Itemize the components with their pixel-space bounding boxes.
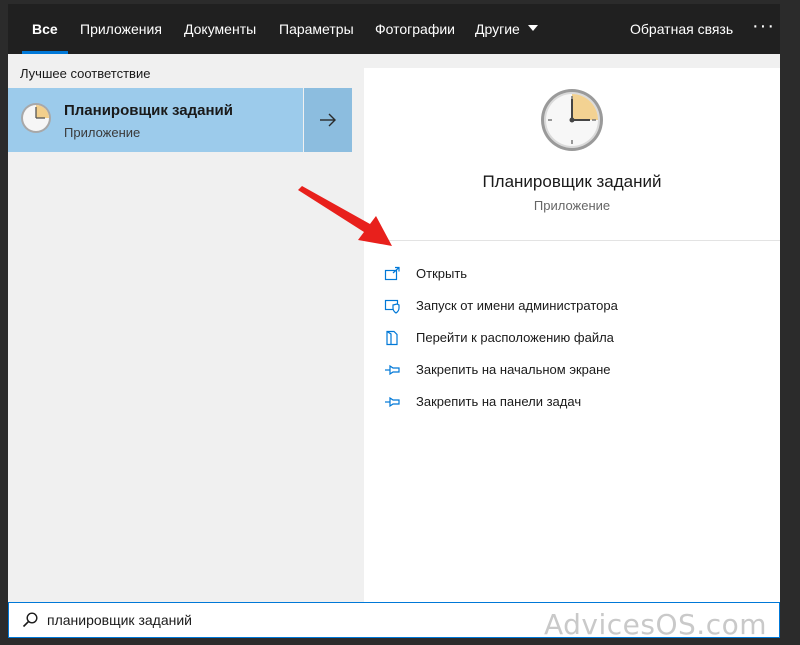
tab-documents[interactable]: Документы [184, 4, 256, 54]
app-title: Планировщик заданий [482, 172, 662, 191]
result-type: Приложение [64, 125, 141, 140]
result-title: Планировщик заданий [64, 102, 233, 119]
chevron-down-icon [527, 25, 538, 32]
tab-all[interactable]: Все [22, 4, 68, 54]
clock-icon [20, 102, 52, 139]
details-panel: Планировщик заданий Приложение Открыть З… [364, 68, 780, 602]
search-input[interactable] [47, 609, 507, 631]
section-label: Лучшее соответствие [20, 66, 151, 81]
tab-settings[interactable]: Параметры [279, 4, 354, 54]
pin-icon [385, 364, 400, 376]
app-type: Приложение [533, 198, 611, 213]
results-list: Лучшее соответствие Планировщик заданий … [8, 54, 352, 602]
tab-photos[interactable]: Фотографии [375, 4, 455, 54]
annotation-arrow-icon [298, 186, 392, 246]
file-location-icon [386, 330, 398, 346]
more-options-icon[interactable]: ··· [752, 4, 775, 54]
search-tab-bar: Все Приложения Документы Параметры Фотог… [8, 4, 780, 54]
divider [372, 240, 780, 241]
tab-more[interactable]: Другие [475, 4, 538, 54]
arrow-right-icon [320, 113, 336, 127]
admin-shield-icon [384, 299, 400, 314]
expand-details-button[interactable] [304, 88, 352, 152]
tab-apps[interactable]: Приложения [80, 4, 162, 54]
watermark: AdvicesOS.com [544, 608, 768, 638]
open-icon [384, 266, 400, 281]
best-match-result[interactable]: Планировщик заданий Приложение [8, 88, 303, 152]
pin-icon [385, 396, 400, 408]
clock-icon [540, 88, 604, 157]
windows-search-window: Все Приложения Документы Параметры Фотог… [8, 4, 780, 638]
feedback-button[interactable]: Обратная связь [630, 4, 733, 54]
search-icon [22, 612, 38, 628]
